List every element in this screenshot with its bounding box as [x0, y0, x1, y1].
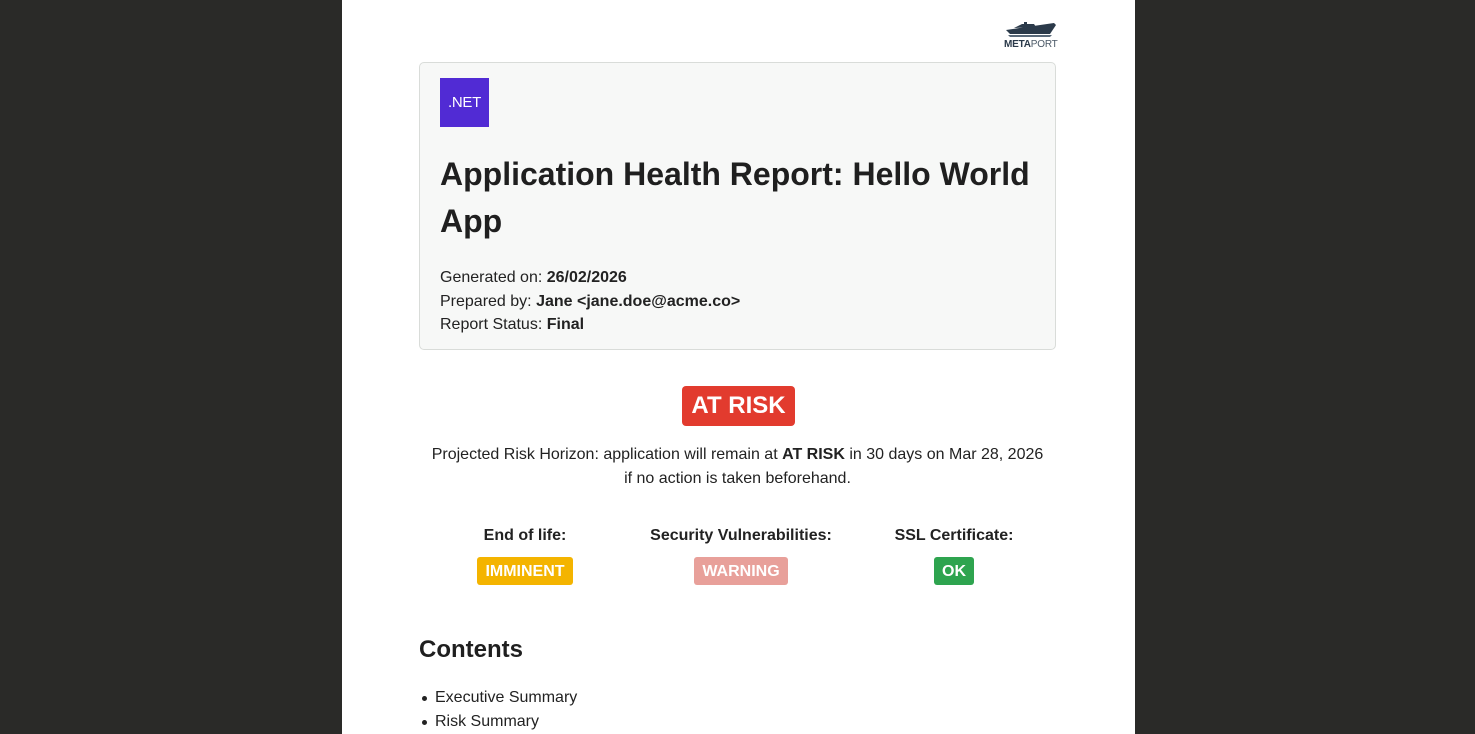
ssl-certificate-label: SSL Certificate: — [894, 527, 1014, 544]
security-vulnerabilities-status-badge: WARNING — [694, 557, 788, 585]
risk-horizon-status: AT RISK — [782, 446, 845, 463]
report-title: Application Health Report: Hello World A… — [440, 156, 1030, 239]
contents-heading: Contents — [419, 636, 523, 663]
logo-wordmark-light: PORT — [1030, 39, 1058, 50]
report-metadata: Generated on: 26/02/2026 Prepared by: Ja… — [440, 266, 740, 337]
risk-horizon-text: Projected Risk Horizon: application will… — [419, 443, 1056, 491]
ssl-certificate-status-badge: OK — [934, 557, 974, 585]
prepared-by-value: Jane <jane.doe@acme.co> — [536, 292, 741, 310]
contents-item-executive-summary: Executive Summary — [419, 686, 577, 710]
end-of-life-status-badge: IMMINENT — [477, 557, 573, 585]
risk-horizon-line-1: Projected Risk Horizon: application will… — [419, 443, 1056, 467]
report-page: METAPORT .NET Application Health Report:… — [342, 0, 1135, 734]
generated-on-label: Generated on: — [440, 269, 543, 286]
dotnet-logo: .NET — [440, 78, 489, 127]
metaport-logo: METAPORT — [1004, 20, 1058, 52]
prepared-by-row: Prepared by: Jane <jane.doe@acme.co> — [440, 290, 740, 314]
prepared-by-label: Prepared by: — [440, 292, 532, 310]
security-vulnerabilities-label: Security Vulnerabilities: — [650, 527, 832, 544]
ship-icon — [1006, 22, 1056, 37]
risk-horizon-line-2: if no action is taken beforehand. — [624, 470, 851, 487]
overall-status-badge: AT RISK — [682, 386, 795, 426]
logo-wordmark-bold: META — [1004, 39, 1031, 50]
end-of-life-label: End of life: — [483, 527, 567, 544]
contents-link-risk-summary[interactable]: Risk Summary — [435, 713, 539, 730]
contents-item-risk-summary: Risk Summary — [419, 710, 577, 734]
generated-on-value: 26/02/2026 — [546, 269, 627, 286]
generated-on-row: Generated on: 26/02/2026 — [440, 266, 740, 290]
risk-horizon-prefix: Projected Risk Horizon: application will… — [431, 446, 778, 463]
security-vulnerabilities-indicator: Security Vulnerabilities: WARNING — [640, 527, 842, 585]
report-status-row: Report Status: Final — [440, 313, 740, 337]
ssl-certificate-indicator: SSL Certificate: OK — [888, 527, 1020, 585]
contents-link-executive-summary[interactable]: Executive Summary — [435, 689, 577, 706]
risk-horizon-suffix: in 30 days on Mar 28, 2026 — [849, 446, 1044, 463]
report-status-label: Report Status: — [440, 316, 543, 333]
logo-wordmark: METAPORT — [1004, 39, 1058, 50]
contents-list: Executive Summary Risk Summary — [419, 686, 577, 734]
end-of-life-indicator: End of life: IMMINENT — [468, 527, 582, 585]
report-status-value: Final — [546, 316, 585, 333]
report-header-card: .NET Application Health Report: Hello Wo… — [419, 62, 1056, 350]
